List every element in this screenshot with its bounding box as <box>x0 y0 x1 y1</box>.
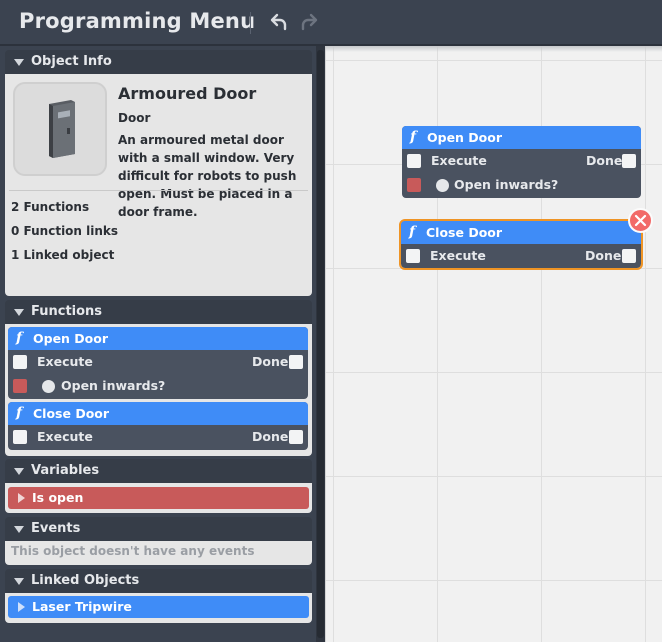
canvas-node-open-door[interactable]: f Open Door Execute Done Open inwards? <box>402 126 641 198</box>
done-checkbox[interactable] <box>622 249 636 263</box>
object-info-panel: Armoured Door Door An armoured metal doo… <box>5 74 312 296</box>
node-name: Open Door <box>427 130 503 145</box>
empty-events-text: This object doesn't have any events <box>11 544 255 558</box>
object-description: An armoured metal door with a small wind… <box>118 133 297 219</box>
object-type: Door <box>118 111 151 125</box>
parameter-radio[interactable] <box>42 380 55 393</box>
execute-checkbox[interactable] <box>407 154 421 168</box>
node-header[interactable]: f Open Door <box>402 126 641 149</box>
undo-icon[interactable] <box>268 11 290 33</box>
scrollbar-thumb[interactable] <box>317 50 324 638</box>
object-name: Armoured Door <box>118 84 257 103</box>
done-label: Done <box>585 248 622 263</box>
function-icon: f <box>409 224 416 240</box>
triangle-down-icon <box>14 309 24 316</box>
section-header-events[interactable]: Events <box>5 517 312 541</box>
linked-object-label: Laser Tripwire <box>32 599 132 614</box>
door-icon <box>49 100 75 158</box>
header-divider <box>250 12 251 34</box>
execute-row: Execute Done <box>8 425 308 449</box>
function-block-open-door[interactable]: f Open Door Execute Done Open inwards? <box>8 327 308 399</box>
section-header-variables[interactable]: Variables <box>5 459 312 483</box>
execute-label: Execute <box>37 354 93 369</box>
parameter-row: Open inwards? <box>8 374 308 398</box>
done-checkbox[interactable] <box>622 154 636 168</box>
function-block-close-door[interactable]: f Close Door Execute Done <box>8 402 308 450</box>
delete-node-button[interactable] <box>628 208 653 233</box>
function-name: Close Door <box>33 406 110 421</box>
done-label: Done <box>252 354 289 369</box>
linked-objects-panel: Laser Tripwire <box>5 593 312 623</box>
functions-count: 2 Functions <box>11 200 90 214</box>
programming-menu-window: Programming Menu Object Info Armoured Do… <box>0 0 662 642</box>
section-title: Events <box>31 521 81 536</box>
node-name: Close Door <box>426 225 503 240</box>
functions-panel: f Open Door Execute Done Open inwards? f… <box>5 324 312 456</box>
variable-item[interactable]: Is open <box>8 487 309 509</box>
execute-row: Execute Done <box>401 244 641 268</box>
triangle-down-icon <box>14 468 24 475</box>
canvas-node-close-door[interactable]: f Close Door Execute Done <box>399 219 643 270</box>
function-icon: f <box>410 129 417 145</box>
triangle-down-icon <box>14 578 24 585</box>
done-label: Done <box>252 429 289 444</box>
node-header[interactable]: f Close Door <box>401 221 641 244</box>
triangle-down-icon <box>14 59 24 66</box>
section-title: Functions <box>31 304 103 319</box>
redo-icon[interactable] <box>298 11 320 33</box>
linked-object-item[interactable]: Laser Tripwire <box>8 596 309 618</box>
linked-objects-count: 1 Linked object <box>11 248 115 262</box>
done-checkbox[interactable] <box>289 355 303 369</box>
parameter-label: Open inwards? <box>454 177 559 192</box>
function-header[interactable]: f Close Door <box>8 402 308 425</box>
close-icon <box>634 214 647 227</box>
execute-row: Execute Done <box>402 149 641 173</box>
parameter-row: Open inwards? <box>402 173 641 197</box>
section-header-linked-objects[interactable]: Linked Objects <box>5 569 312 593</box>
execute-label: Execute <box>431 153 487 168</box>
page-title: Programming Menu <box>19 9 256 33</box>
variables-panel: Is open <box>5 483 312 513</box>
execute-label: Execute <box>37 429 93 444</box>
triangle-down-icon <box>14 526 24 533</box>
execute-checkbox[interactable] <box>406 249 420 263</box>
function-links-count: 0 Function links <box>11 224 119 238</box>
parameter-label: Open inwards? <box>61 378 166 393</box>
events-panel: This object doesn't have any events <box>5 541 312 565</box>
section-title: Variables <box>31 463 100 478</box>
canvas-shadow <box>325 46 662 52</box>
section-title: Linked Objects <box>31 573 140 588</box>
execute-checkbox[interactable] <box>13 430 27 444</box>
execute-checkbox[interactable] <box>13 355 27 369</box>
header-bar: Programming Menu <box>0 0 662 46</box>
done-checkbox[interactable] <box>289 430 303 444</box>
section-header-functions[interactable]: Functions <box>5 300 312 324</box>
function-icon: f <box>16 405 23 421</box>
variable-label: Is open <box>32 490 84 505</box>
done-label: Done <box>586 153 623 168</box>
function-header[interactable]: f Open Door <box>8 327 308 350</box>
execute-label: Execute <box>430 248 486 263</box>
execute-row: Execute Done <box>8 350 308 374</box>
triangle-right-icon <box>18 493 25 503</box>
section-title: Object Info <box>31 54 112 69</box>
object-thumbnail <box>13 82 107 176</box>
triangle-right-icon <box>18 602 25 612</box>
function-icon: f <box>16 330 23 346</box>
divider <box>9 190 308 191</box>
function-name: Open Door <box>33 331 109 346</box>
parameter-input-checkbox[interactable] <box>13 379 27 393</box>
left-panel: Object Info Armoured Door Door An armour… <box>0 46 316 642</box>
parameter-radio[interactable] <box>436 179 449 192</box>
section-header-object-info[interactable]: Object Info <box>5 50 312 74</box>
parameter-input-checkbox[interactable] <box>407 178 421 192</box>
